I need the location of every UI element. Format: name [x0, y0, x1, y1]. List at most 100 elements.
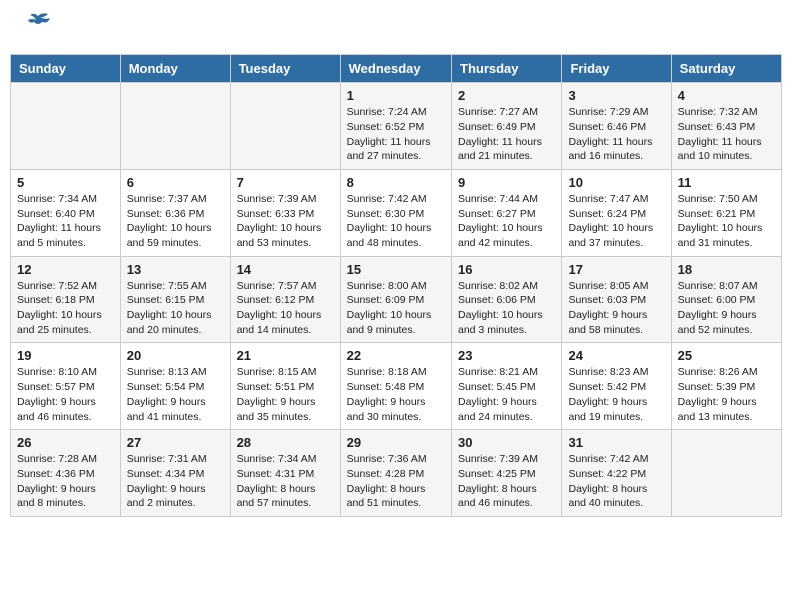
- calendar-cell: 20 Sunrise: 8:13 AM Sunset: 5:54 PM Dayli…: [120, 343, 230, 430]
- calendar-cell: 14 Sunrise: 7:57 AM Sunset: 6:12 PM Dayli…: [230, 256, 340, 343]
- day-info: Sunrise: 7:50 AM Sunset: 6:21 PM Dayligh…: [678, 192, 775, 251]
- calendar-cell: 24 Sunrise: 8:23 AM Sunset: 5:42 PM Dayli…: [562, 343, 671, 430]
- day-number: 21: [237, 348, 334, 363]
- calendar-cell: 23 Sunrise: 8:21 AM Sunset: 5:45 PM Dayli…: [452, 343, 562, 430]
- day-info: Sunrise: 7:31 AM Sunset: 4:34 PM Dayligh…: [127, 452, 224, 511]
- day-number: 1: [347, 88, 445, 103]
- day-info: Sunrise: 7:24 AM Sunset: 6:52 PM Dayligh…: [347, 105, 445, 164]
- weekday-header-saturday: Saturday: [671, 55, 781, 83]
- day-number: 17: [568, 262, 664, 277]
- calendar-cell: 27 Sunrise: 7:31 AM Sunset: 4:34 PM Dayli…: [120, 430, 230, 517]
- calendar-cell: 10 Sunrise: 7:47 AM Sunset: 6:24 PM Dayli…: [562, 169, 671, 256]
- day-number: 25: [678, 348, 775, 363]
- calendar-cell: 6 Sunrise: 7:37 AM Sunset: 6:36 PM Daylig…: [120, 169, 230, 256]
- weekday-header-friday: Friday: [562, 55, 671, 83]
- calendar-cell: 3 Sunrise: 7:29 AM Sunset: 6:46 PM Daylig…: [562, 83, 671, 170]
- day-info: Sunrise: 7:32 AM Sunset: 6:43 PM Dayligh…: [678, 105, 775, 164]
- day-number: 15: [347, 262, 445, 277]
- calendar-cell: 17 Sunrise: 8:05 AM Sunset: 6:03 PM Dayli…: [562, 256, 671, 343]
- calendar-cell: 13Sunrise: 7:55 AM Sunset: 6:15 PM Dayli…: [120, 256, 230, 343]
- day-info: Sunrise: 7:39 AM Sunset: 4:25 PM Dayligh…: [458, 452, 555, 511]
- calendar-week-row: 19 Sunrise: 8:10 AM Sunset: 5:57 PM Dayli…: [11, 343, 782, 430]
- day-number: 24: [568, 348, 664, 363]
- calendar-cell: 18 Sunrise: 8:07 AM Sunset: 6:00 PM Dayli…: [671, 256, 781, 343]
- day-info: Sunrise: 8:00 AM Sunset: 6:09 PM Dayligh…: [347, 279, 445, 338]
- day-info: Sunrise: 7:36 AM Sunset: 4:28 PM Dayligh…: [347, 452, 445, 511]
- day-info: Sunrise: 8:02 AM Sunset: 6:06 PM Dayligh…: [458, 279, 555, 338]
- calendar-cell: 7 Sunrise: 7:39 AM Sunset: 6:33 PM Daylig…: [230, 169, 340, 256]
- calendar-week-row: 5 Sunrise: 7:34 AM Sunset: 6:40 PM Daylig…: [11, 169, 782, 256]
- calendar-cell: [11, 83, 121, 170]
- weekday-header-tuesday: Tuesday: [230, 55, 340, 83]
- day-info: Sunrise: 7:42 AM Sunset: 4:22 PM Dayligh…: [568, 452, 664, 511]
- day-info: Sunrise: 7:34 AM Sunset: 4:31 PM Dayligh…: [237, 452, 334, 511]
- day-info: Sunrise: 7:57 AM Sunset: 6:12 PM Dayligh…: [237, 279, 334, 338]
- page-header: [10, 10, 782, 49]
- calendar-cell: [230, 83, 340, 170]
- day-number: 12: [17, 262, 114, 277]
- day-info: Sunrise: 8:18 AM Sunset: 5:48 PM Dayligh…: [347, 365, 445, 424]
- calendar-cell: [671, 430, 781, 517]
- day-info: Sunrise: 8:05 AM Sunset: 6:03 PM Dayligh…: [568, 279, 664, 338]
- day-info: Sunrise: 8:15 AM Sunset: 5:51 PM Dayligh…: [237, 365, 334, 424]
- day-number: 27: [127, 435, 224, 450]
- calendar-cell: 31 Sunrise: 7:42 AM Sunset: 4:22 PM Dayli…: [562, 430, 671, 517]
- day-number: 4: [678, 88, 775, 103]
- calendar-cell: [120, 83, 230, 170]
- day-info: Sunrise: 8:23 AM Sunset: 5:42 PM Dayligh…: [568, 365, 664, 424]
- calendar-cell: 21 Sunrise: 8:15 AM Sunset: 5:51 PM Dayli…: [230, 343, 340, 430]
- calendar-cell: 11 Sunrise: 7:50 AM Sunset: 6:21 PM Dayli…: [671, 169, 781, 256]
- day-number: 26: [17, 435, 114, 450]
- calendar-cell: 19 Sunrise: 8:10 AM Sunset: 5:57 PM Dayli…: [11, 343, 121, 430]
- calendar-table: SundayMondayTuesdayWednesdayThursdayFrid…: [10, 54, 782, 517]
- calendar-week-row: 1 Sunrise: 7:24 AM Sunset: 6:52 PM Daylig…: [11, 83, 782, 170]
- day-number: 28: [237, 435, 334, 450]
- day-number: 31: [568, 435, 664, 450]
- calendar-cell: 28 Sunrise: 7:34 AM Sunset: 4:31 PM Dayli…: [230, 430, 340, 517]
- day-number: 18: [678, 262, 775, 277]
- day-info: Sunrise: 7:37 AM Sunset: 6:36 PM Dayligh…: [127, 192, 224, 251]
- calendar-cell: 15 Sunrise: 8:00 AM Sunset: 6:09 PM Dayli…: [340, 256, 451, 343]
- day-info: Sunrise: 8:10 AM Sunset: 5:57 PM Dayligh…: [17, 365, 114, 424]
- day-number: 29: [347, 435, 445, 450]
- day-number: 7: [237, 175, 334, 190]
- day-number: 20: [127, 348, 224, 363]
- day-number: 16: [458, 262, 555, 277]
- weekday-header-sunday: Sunday: [11, 55, 121, 83]
- day-number: 3: [568, 88, 664, 103]
- calendar-cell: 30 Sunrise: 7:39 AM Sunset: 4:25 PM Dayli…: [452, 430, 562, 517]
- day-info: Sunrise: 8:13 AM Sunset: 5:54 PM Dayligh…: [127, 365, 224, 424]
- day-info: Sunrise: 7:42 AM Sunset: 6:30 PM Dayligh…: [347, 192, 445, 251]
- calendar-cell: 16 Sunrise: 8:02 AM Sunset: 6:06 PM Dayli…: [452, 256, 562, 343]
- day-info: Sunrise: 7:39 AM Sunset: 6:33 PM Dayligh…: [237, 192, 334, 251]
- calendar-cell: 12Sunrise: 7:52 AM Sunset: 6:18 PM Dayli…: [11, 256, 121, 343]
- day-number: 19: [17, 348, 114, 363]
- day-info: Sunrise: 7:55 AM Sunset: 6:15 PM Dayligh…: [127, 279, 224, 338]
- day-info: Sunrise: 7:34 AM Sunset: 6:40 PM Dayligh…: [17, 192, 114, 251]
- day-info: Sunrise: 7:29 AM Sunset: 6:46 PM Dayligh…: [568, 105, 664, 164]
- calendar-week-row: 26Sunrise: 7:28 AM Sunset: 4:36 PM Dayli…: [11, 430, 782, 517]
- weekday-header-thursday: Thursday: [452, 55, 562, 83]
- day-info: Sunrise: 7:44 AM Sunset: 6:27 PM Dayligh…: [458, 192, 555, 251]
- day-number: 5: [17, 175, 114, 190]
- day-number: 23: [458, 348, 555, 363]
- day-number: 14: [237, 262, 334, 277]
- day-number: 11: [678, 175, 775, 190]
- calendar-cell: 25Sunrise: 8:26 AM Sunset: 5:39 PM Dayli…: [671, 343, 781, 430]
- calendar-cell: 1 Sunrise: 7:24 AM Sunset: 6:52 PM Daylig…: [340, 83, 451, 170]
- weekday-header-monday: Monday: [120, 55, 230, 83]
- day-info: Sunrise: 8:07 AM Sunset: 6:00 PM Dayligh…: [678, 279, 775, 338]
- day-number: 6: [127, 175, 224, 190]
- calendar-week-row: 12Sunrise: 7:52 AM Sunset: 6:18 PM Dayli…: [11, 256, 782, 343]
- day-info: Sunrise: 8:21 AM Sunset: 5:45 PM Dayligh…: [458, 365, 555, 424]
- calendar-cell: 5 Sunrise: 7:34 AM Sunset: 6:40 PM Daylig…: [11, 169, 121, 256]
- weekday-header-row: SundayMondayTuesdayWednesdayThursdayFrid…: [11, 55, 782, 83]
- day-info: Sunrise: 7:47 AM Sunset: 6:24 PM Dayligh…: [568, 192, 664, 251]
- weekday-header-wednesday: Wednesday: [340, 55, 451, 83]
- day-number: 2: [458, 88, 555, 103]
- day-number: 10: [568, 175, 664, 190]
- day-number: 30: [458, 435, 555, 450]
- calendar-cell: 29 Sunrise: 7:36 AM Sunset: 4:28 PM Dayli…: [340, 430, 451, 517]
- calendar-cell: 26Sunrise: 7:28 AM Sunset: 4:36 PM Dayli…: [11, 430, 121, 517]
- day-info: Sunrise: 7:27 AM Sunset: 6:49 PM Dayligh…: [458, 105, 555, 164]
